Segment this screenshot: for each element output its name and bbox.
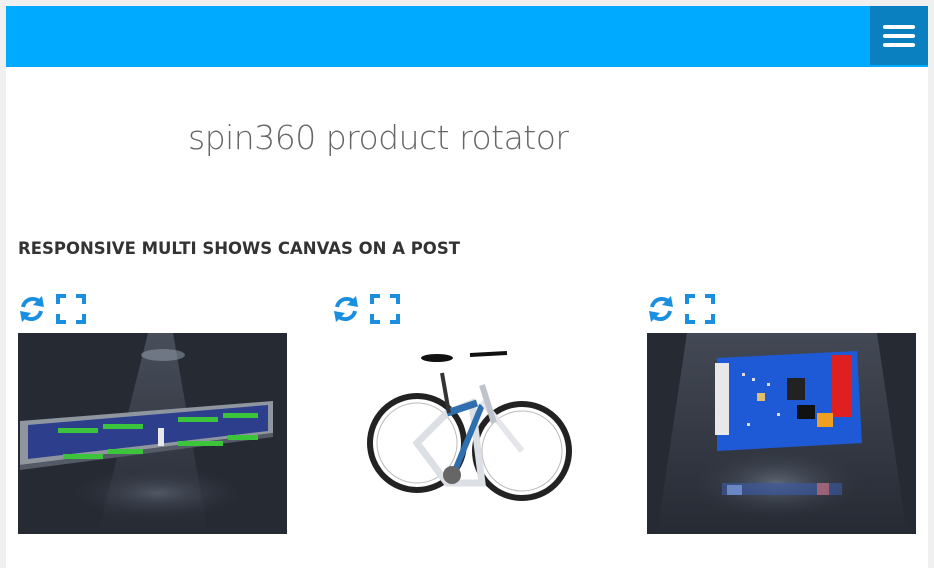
menu-button[interactable] — [870, 6, 928, 65]
site-title: spin360 product rotator — [188, 118, 569, 157]
page: spin360 product rotator RESPONSIVE MULTI… — [6, 6, 928, 568]
rotate-icon[interactable] — [647, 293, 675, 325]
top-navigation-bar — [6, 6, 928, 67]
fullscreen-icon[interactable] — [685, 294, 715, 324]
post-heading: RESPONSIVE MULTI SHOWS CANVAS ON A POST — [18, 239, 460, 258]
rack-panel-image — [20, 333, 273, 534]
product-canvas[interactable] — [18, 333, 287, 534]
bicycle-image — [367, 351, 572, 501]
rotate-icon[interactable] — [18, 293, 46, 325]
viewer-controls — [647, 293, 916, 328]
bicycle-viewer — [332, 293, 601, 538]
rotate-icon[interactable] — [332, 293, 360, 325]
fullscreen-icon[interactable] — [370, 294, 400, 324]
product-canvas[interactable] — [647, 333, 916, 534]
rack-panel-viewer — [18, 293, 287, 538]
circuit-board-viewer — [647, 293, 916, 538]
fullscreen-icon[interactable] — [56, 294, 86, 324]
viewer-controls — [18, 293, 287, 328]
circuit-board-image — [657, 333, 907, 534]
product-canvas[interactable] — [332, 333, 601, 534]
viewer-controls — [332, 293, 601, 328]
hamburger-menu-icon — [883, 24, 915, 47]
